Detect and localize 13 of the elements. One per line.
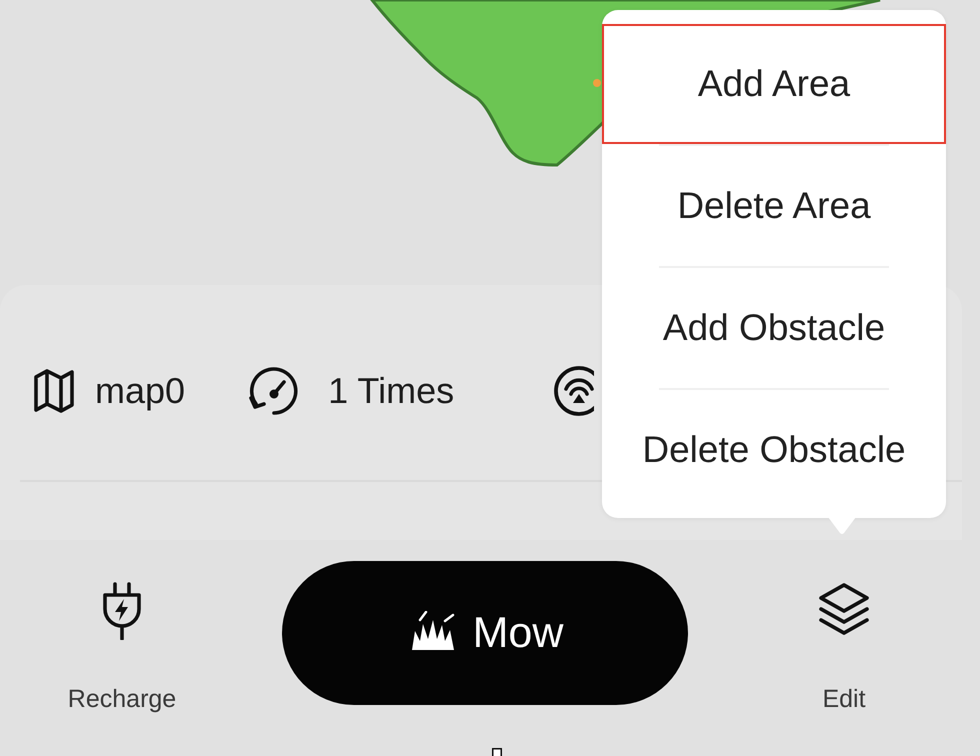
menu-item[interactable]: Delete Obstacle	[602, 390, 946, 510]
signal-icon	[552, 364, 594, 418]
recharge-button[interactable]: Recharge	[68, 582, 176, 713]
map-icon	[33, 368, 75, 414]
position-marker-icon	[593, 79, 601, 87]
mow-button[interactable]: Mow	[282, 561, 688, 705]
menu-item[interactable]: Delete Area	[602, 146, 946, 266]
map-name-label: map0	[95, 371, 186, 411]
layers-icon	[818, 582, 870, 636]
edit-button[interactable]: Edit	[818, 582, 870, 713]
mow-count-label: 1 Times	[328, 371, 454, 411]
menu-item[interactable]: Add Obstacle	[602, 268, 946, 388]
menu-item[interactable]: Add Area	[602, 24, 946, 144]
